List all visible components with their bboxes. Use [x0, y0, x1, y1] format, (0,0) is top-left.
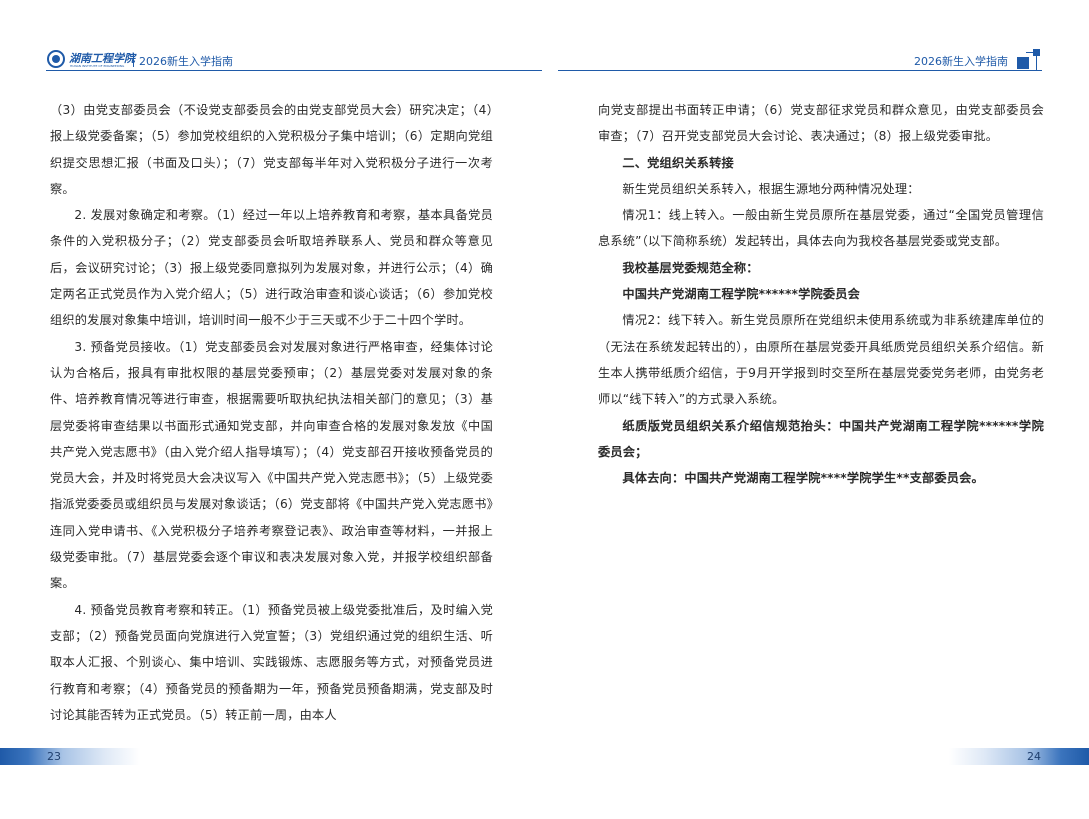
bold-label: 中国共产党湖南工程学院******学院委员会 [622, 287, 861, 302]
right-page-body: 向党支部提出书面转正申请；（6）党支部征求党员和群众意见，由党支部委员会审查；（… [598, 97, 1044, 491]
left-page-body: （3）由党支部委员会（不设党支部委员会的由党支部党员大会）研究决定；（4）报上级… [50, 97, 493, 728]
paragraph: 4. 预备党员教育考察和转正。（1）预备党员被上级党委批准后，及时编入党支部；（… [50, 602, 493, 722]
logo-divider [133, 53, 134, 67]
paragraph: 3. 预备党员接收。（1）党支部委员会对发展对象进行严格审查，经集体讨论认为合格… [50, 339, 493, 591]
page-number-right: 24 [1027, 750, 1041, 763]
paragraph: 向党支部提出书面转正申请；（6）党支部征求党员和群众意见，由党支部委员会审查；（… [598, 103, 1044, 144]
paragraph: （3）由党支部委员会（不设党支部委员会的由党支部党员大会）研究决定；（4）报上级… [50, 103, 493, 196]
page-number-left: 23 [47, 750, 61, 763]
header-rule-left [46, 70, 542, 71]
paragraph: 情况2：线下转入。新生党员原所在党组织未使用系统或为非系统建库单位的（无法在系统… [598, 313, 1044, 407]
paragraph: 情况1：线上转入。一般由新生党员原所在基层党委，通过“全国党员管理信息系统”（以… [598, 208, 1044, 249]
logo-subtitle: HUNAN INSTITUTE OF ENGINEERING [70, 64, 125, 68]
paragraph: 2. 发展对象确定和考察。（1）经过一年以上培养教育和考察，基本具备党员条件的入… [50, 208, 493, 328]
header-rule-right [558, 70, 1042, 71]
corner-squares-icon [1017, 49, 1043, 71]
bold-label: 具体去向：中国共产党湖南工程学院****学院学生**支部委员会。 [622, 471, 984, 486]
footer-bar-right [949, 748, 1089, 765]
footer-bar-left [0, 748, 140, 765]
header-title-left: 2026新生入学指南 [139, 55, 233, 68]
bold-label: 我校基层党委规范全称： [622, 260, 759, 275]
university-seal-icon [47, 50, 65, 68]
paragraph: 新生党员组织关系转入，根据生源地分两种情况处理： [622, 181, 920, 196]
section-heading: 二、党组织关系转接 [622, 155, 734, 170]
bold-label: 纸质版党员组织关系介绍信规范抬头：中国共产党湖南工程学院******学院委员会； [598, 418, 1044, 459]
header-title-right: 2026新生入学指南 [914, 55, 1008, 68]
